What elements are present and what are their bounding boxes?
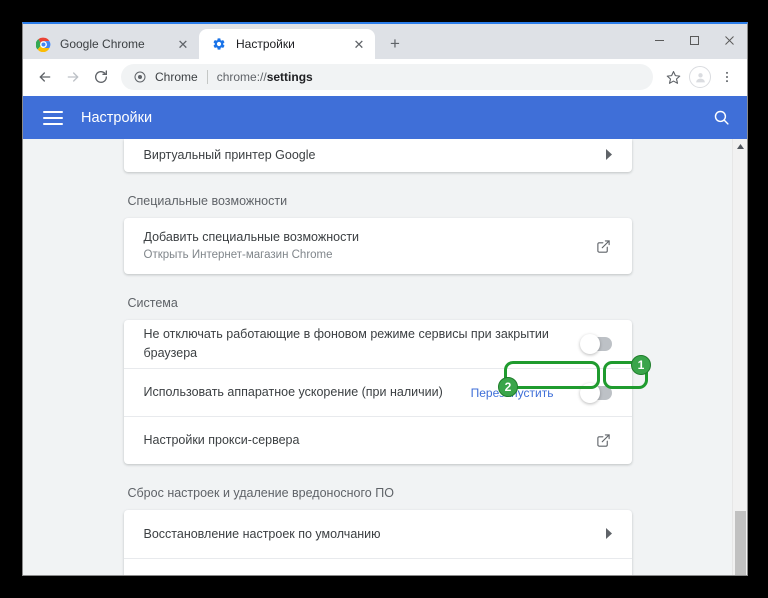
- row-label: Использовать аппаратное ускорение (при н…: [143, 385, 443, 400]
- external-link-icon[interactable]: [596, 433, 612, 449]
- chrome-logo-icon: [35, 36, 51, 52]
- reload-button[interactable]: [87, 63, 115, 91]
- row-label: Восстановление настроек по умолчанию: [143, 526, 381, 541]
- omnibox-separator: [206, 70, 208, 84]
- scrollbar-thumb[interactable]: [735, 511, 746, 575]
- external-link-icon[interactable]: [596, 238, 612, 254]
- hamburger-menu-icon[interactable]: [43, 110, 63, 125]
- omnibox-url: chrome://settings: [217, 70, 313, 84]
- omnibox-url-prefix: chrome://: [216, 70, 267, 84]
- chevron-right-icon: [605, 149, 612, 162]
- address-bar[interactable]: Chrome chrome://settings: [121, 64, 653, 90]
- printing-card: Виртуальный принтер Google: [123, 139, 632, 172]
- row-hardware-acceleration[interactable]: Использовать аппаратное ускорение (при н…: [123, 368, 632, 416]
- back-button[interactable]: [31, 63, 59, 91]
- page-info-icon[interactable]: [133, 70, 147, 84]
- section-title-reset: Сброс настроек и удаление вредоносного П…: [127, 486, 394, 500]
- reset-card: Восстановление настроек по умолчанию Уда…: [123, 510, 632, 575]
- row-secondary-text: Открыть Интернет-магазин Chrome: [143, 249, 333, 262]
- settings-page-header: Настройки: [23, 96, 747, 139]
- minimize-button[interactable]: [642, 24, 677, 56]
- system-card: Не отключать работающие в фоновом режиме…: [123, 320, 632, 464]
- browser-tab-google-chrome[interactable]: Google Chrome ✕: [23, 29, 199, 59]
- row-clean-up-computer[interactable]: Удалить вредоносное ПО с компьютера: [123, 558, 632, 575]
- window-controls: [642, 24, 747, 56]
- tab-close-icon[interactable]: ✕: [175, 36, 191, 52]
- vertical-scrollbar[interactable]: [732, 139, 747, 575]
- tab-strip: Google Chrome ✕ Настройки ✕ +: [23, 24, 747, 59]
- browser-tab-settings[interactable]: Настройки ✕: [199, 29, 375, 59]
- toggle-knob: [579, 334, 600, 354]
- maximize-button[interactable]: [677, 24, 712, 56]
- background-apps-toggle[interactable]: [579, 334, 612, 354]
- hamburger-line: [43, 122, 63, 125]
- new-tab-button[interactable]: +: [381, 29, 409, 57]
- settings-scroll-content: Виртуальный принтер Google Специальные в…: [23, 139, 732, 575]
- annotation-badge-2: 2: [498, 377, 518, 397]
- row-proxy-settings[interactable]: Настройки прокси-сервера: [123, 416, 632, 464]
- forward-button[interactable]: [59, 63, 87, 91]
- row-primary-text: Добавить специальные возможности: [143, 229, 360, 244]
- hardware-acceleration-toggle[interactable]: [579, 382, 612, 403]
- hamburger-line: [43, 116, 63, 119]
- tab-title: Google Chrome: [60, 37, 145, 51]
- browser-toolbar: Chrome chrome://settings: [23, 59, 747, 96]
- row-label: Настройки прокси-сервера: [143, 433, 300, 448]
- row-label: Не отключать работающие в фоновом режиме…: [143, 327, 549, 360]
- tab-close-icon[interactable]: ✕: [351, 36, 367, 52]
- accessibility-card: Добавить специальные возможности Открыть…: [123, 218, 632, 274]
- close-button[interactable]: [712, 24, 747, 56]
- chevron-right-icon: [605, 527, 612, 541]
- omnibox-scheme-label: Chrome: [155, 70, 198, 84]
- annotation-badge-1: 1: [631, 355, 651, 375]
- chrome-browser-window: Google Chrome ✕ Настройки ✕ + Chrome chr…: [22, 22, 748, 576]
- scrollbar-up-arrow[interactable]: [733, 139, 747, 154]
- section-title-system: Система: [127, 296, 178, 310]
- omnibox-url-path: settings: [266, 70, 313, 84]
- row-label: Удалить вредоносное ПО с компьютера: [144, 573, 605, 575]
- search-icon[interactable]: [711, 108, 731, 128]
- section-title-accessibility: Специальные возможности: [127, 194, 288, 208]
- tab-title: Настройки: [236, 37, 295, 51]
- settings-gear-icon: [211, 36, 227, 52]
- row-label: Добавить специальные возможности Открыть…: [144, 228, 596, 265]
- hamburger-line: [43, 110, 63, 113]
- row-label: Виртуальный принтер Google: [143, 148, 316, 163]
- row-add-accessibility-features[interactable]: Добавить специальные возможности Открыть…: [124, 218, 632, 274]
- row-restore-defaults[interactable]: Восстановление настроек по умолчанию: [124, 510, 632, 558]
- profile-avatar-icon[interactable]: [689, 66, 711, 88]
- row-google-cloud-print[interactable]: Виртуальный принтер Google: [124, 139, 632, 172]
- toggle-knob: [579, 382, 600, 403]
- row-background-apps[interactable]: Не отключать работающие в фоновом режиме…: [124, 320, 632, 368]
- chrome-menu-icon[interactable]: [713, 63, 741, 91]
- page-title: Настройки: [81, 109, 153, 126]
- settings-content-area: Виртуальный принтер Google Специальные в…: [23, 139, 747, 575]
- bookmark-star-icon[interactable]: [659, 63, 687, 91]
